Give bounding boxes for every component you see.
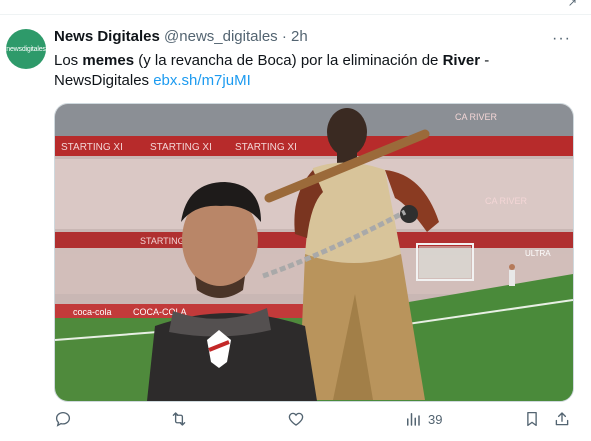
banner-text: STARTING XI bbox=[235, 142, 297, 153]
background-player-head bbox=[509, 264, 515, 270]
avatar-label: newsdigitales bbox=[6, 45, 46, 53]
bold-river: River bbox=[442, 52, 481, 69]
text-part: NewsDigitales bbox=[54, 72, 154, 89]
retweet-button[interactable] bbox=[170, 410, 188, 428]
views-count: 39 bbox=[428, 411, 443, 427]
more-options-icon[interactable]: ··· bbox=[552, 30, 571, 48]
tweet-header: News Digitales @news_digitales · 2h bbox=[54, 28, 308, 45]
tweet-media-image[interactable]: STARTING XI STARTING XI STARTING XI CA R… bbox=[54, 103, 574, 402]
reply-icon bbox=[55, 411, 71, 427]
text-part: (y la revancha de Boca) por la eliminaci… bbox=[134, 52, 443, 69]
banner-text: STARTING XI bbox=[150, 142, 212, 153]
bookmark-icon bbox=[527, 411, 537, 427]
banner-upper bbox=[55, 136, 573, 156]
ad-text: coca-cola bbox=[73, 307, 112, 317]
action-bar: 39 bbox=[54, 410, 574, 434]
banner-text: CA RIVER bbox=[485, 196, 528, 206]
share-icon bbox=[555, 412, 569, 426]
tweet-text: Los memes (y la revancha de Boca) por la… bbox=[54, 51, 574, 91]
partial-icon: ↗ bbox=[567, 0, 577, 9]
post-time[interactable]: 2h bbox=[291, 28, 308, 45]
banner-text: STARTING bbox=[140, 236, 185, 246]
banner-text: CA RIVER bbox=[455, 112, 498, 122]
tweet-link[interactable]: ebx.sh/m7juMI bbox=[153, 72, 251, 89]
share-button[interactable] bbox=[553, 410, 571, 428]
previous-tweet-edge: ↗ bbox=[0, 0, 591, 15]
retweet-icon bbox=[172, 412, 186, 426]
bold-memes: memes bbox=[82, 52, 135, 69]
author-handle[interactable]: @news_digitales bbox=[164, 28, 278, 45]
separator-dot: · bbox=[281, 28, 287, 45]
reply-button[interactable] bbox=[54, 410, 72, 428]
author-name[interactable]: News Digitales bbox=[54, 28, 160, 45]
views-icon bbox=[407, 413, 420, 426]
text-part: - bbox=[480, 52, 490, 69]
banner-text: STARTING XI bbox=[61, 142, 123, 153]
bookmark-button[interactable] bbox=[523, 410, 541, 428]
heart-icon bbox=[288, 412, 304, 426]
meme-image: STARTING XI STARTING XI STARTING XI CA R… bbox=[55, 104, 573, 401]
text-part: Los bbox=[54, 52, 83, 69]
goal-net bbox=[419, 246, 471, 278]
background-player bbox=[509, 270, 515, 286]
avatar[interactable]: newsdigitales bbox=[6, 29, 46, 69]
like-button[interactable] bbox=[287, 410, 305, 428]
views-button[interactable]: 39 bbox=[404, 410, 442, 428]
